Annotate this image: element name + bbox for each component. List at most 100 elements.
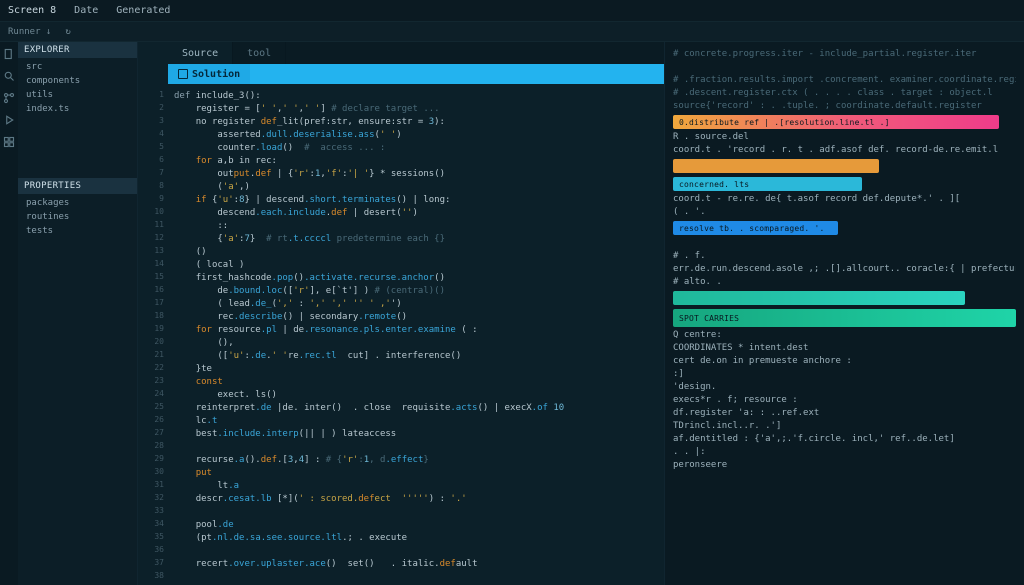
editor-tabs: Source tool <box>168 42 664 64</box>
line-number: 31 <box>138 478 168 491</box>
menu-item-0[interactable]: Screen 8 <box>8 5 56 16</box>
line-number: 32 <box>138 491 168 504</box>
files-icon[interactable] <box>3 48 15 60</box>
line-number: 25 <box>138 400 168 413</box>
code-line: rec.describe() | secondary.remote() <box>174 311 654 324</box>
code-line: first_hashcode.pop().activate.recurse.an… <box>174 272 654 285</box>
code-line: def include_3(): <box>174 90 654 103</box>
code-line: {'a':7} # rt.t.ccccl predetermine each {… <box>174 233 654 246</box>
code-line: register = [' ',' ',' '] # declare targe… <box>174 103 654 116</box>
output-line <box>673 237 1016 250</box>
line-number: 12 <box>138 231 168 244</box>
metric-bar[interactable] <box>673 159 879 173</box>
line-number: 29 <box>138 452 168 465</box>
line-number: 14 <box>138 257 168 270</box>
code-line: () <box>174 246 654 259</box>
line-number: 4 <box>138 127 168 140</box>
output-line: COORDINATES * intent.dest <box>673 342 1016 355</box>
output-line <box>673 61 1016 74</box>
output-line: coord.t . 'record . r. t . adf.asof def.… <box>673 144 1016 157</box>
code-line: pool.de <box>174 519 654 532</box>
code-area[interactable]: def include_3(): register = [' ',' ',' '… <box>168 84 664 585</box>
line-number: 22 <box>138 361 168 374</box>
solution-field[interactable] <box>250 64 664 84</box>
line-number: 7 <box>138 166 168 179</box>
code-line: ('a',) <box>174 181 654 194</box>
code-line <box>174 545 654 558</box>
toolbar: Runner ↓ ↻ <box>0 22 1024 42</box>
tree-item[interactable]: components <box>18 74 137 88</box>
line-number: 6 <box>138 153 168 166</box>
sidebar-section-0-header[interactable]: EXPLORER <box>18 42 137 58</box>
line-number: 10 <box>138 205 168 218</box>
metric-bar[interactable]: resolve tb. . scomparaged. '. <box>673 221 838 235</box>
extensions-icon[interactable] <box>3 136 15 148</box>
output-line: # concrete.progress.iter - include_parti… <box>673 48 1016 61</box>
metric-bar[interactable]: 0.distribute ref | .[resolution.line.tl … <box>673 115 999 129</box>
line-gutter: 1234567891011121314151617181920212223242… <box>138 42 168 585</box>
tree-item[interactable]: index.ts <box>18 102 137 116</box>
code-line: output.def | {'r':1,'f':'| '} * sessions… <box>174 168 654 181</box>
code-line: reinterpret.de |de. inter() . close requ… <box>174 402 654 415</box>
code-line: descend.each.include.def | desert('') <box>174 207 654 220</box>
output-line: err.de.run.descend.asole ,; .[].allcourt… <box>673 263 1016 276</box>
code-line <box>174 571 654 584</box>
code-line: put <box>174 467 654 480</box>
metric-bar[interactable]: SPOT CARRIES <box>673 309 1016 327</box>
tree-item[interactable]: src <box>18 60 137 74</box>
debug-icon[interactable] <box>3 114 15 126</box>
output-line: # alto. . <box>673 276 1016 289</box>
solution-label[interactable]: Solution <box>168 69 250 80</box>
output-line: source{'record' : . .tuple. ; coordinate… <box>673 100 1016 113</box>
line-number: 8 <box>138 179 168 192</box>
code-line: recurse.a().def.[3,4] : # {'r':1, d.effe… <box>174 454 654 467</box>
sidebar-section-1-tree: packages routines tests <box>18 194 137 240</box>
line-number: 19 <box>138 322 168 335</box>
line-number: 1 <box>138 88 168 101</box>
tree-item[interactable]: tests <box>18 224 137 238</box>
output-line: 'design. <box>673 381 1016 394</box>
tab-tool[interactable]: tool <box>233 42 286 64</box>
tree-item[interactable]: routines <box>18 210 137 224</box>
code-line: no register def_lit(pref:str, ensure:str… <box>174 116 654 129</box>
line-number: 24 <box>138 387 168 400</box>
code-line: exect. ls() <box>174 389 654 402</box>
line-number: 18 <box>138 309 168 322</box>
code-line: if {'u':8} | descend.short.terminates() … <box>174 194 654 207</box>
line-number: 17 <box>138 296 168 309</box>
menu-item-1[interactable]: Date <box>74 5 98 16</box>
line-number: 21 <box>138 348 168 361</box>
metric-bar[interactable]: concerned. lts <box>673 177 862 191</box>
output-line: execs*r . f; resource : <box>673 394 1016 407</box>
output-line: peronseere <box>673 459 1016 472</box>
code-line: counter.load() # access ... : <box>174 142 654 155</box>
sidebar-section-1-header[interactable]: PROPERTIES <box>18 178 137 194</box>
code-line: (pt.nl.de.sa.see.source.ltl.; . execute <box>174 532 654 545</box>
metric-bar[interactable] <box>673 291 965 305</box>
line-number: 16 <box>138 283 168 296</box>
toolbar-item-0[interactable]: Runner ↓ <box>8 27 51 37</box>
branch-icon[interactable] <box>3 92 15 104</box>
tab-source[interactable]: Source <box>168 42 233 64</box>
line-number: 2 <box>138 101 168 114</box>
line-number: 38 <box>138 569 168 582</box>
main-body: EXPLORER src components utils index.ts P… <box>0 42 1024 585</box>
line-number: 5 <box>138 140 168 153</box>
output-line: af.dentitled : {'a',;.'f.circle. incl,' … <box>673 433 1016 446</box>
code-line <box>174 441 654 454</box>
tree-item[interactable]: utils <box>18 88 137 102</box>
sidebar: EXPLORER src components utils index.ts P… <box>18 42 138 585</box>
solution-icon <box>178 69 188 79</box>
tree-item[interactable]: packages <box>18 196 137 210</box>
search-icon[interactable] <box>3 70 15 82</box>
editor: Source tool Solution def include_3(): re… <box>168 42 664 585</box>
line-number: 11 <box>138 218 168 231</box>
line-number: 13 <box>138 244 168 257</box>
code-line: const <box>174 376 654 389</box>
line-number: 26 <box>138 413 168 426</box>
code-line: for resource.pl | de.resonance.pls.enter… <box>174 324 654 337</box>
line-number: 36 <box>138 543 168 556</box>
output-line: TDrincl.incl..r. .'] <box>673 420 1016 433</box>
toolbar-item-1[interactable]: ↻ <box>65 27 70 37</box>
menu-item-2[interactable]: Generated <box>116 5 170 16</box>
